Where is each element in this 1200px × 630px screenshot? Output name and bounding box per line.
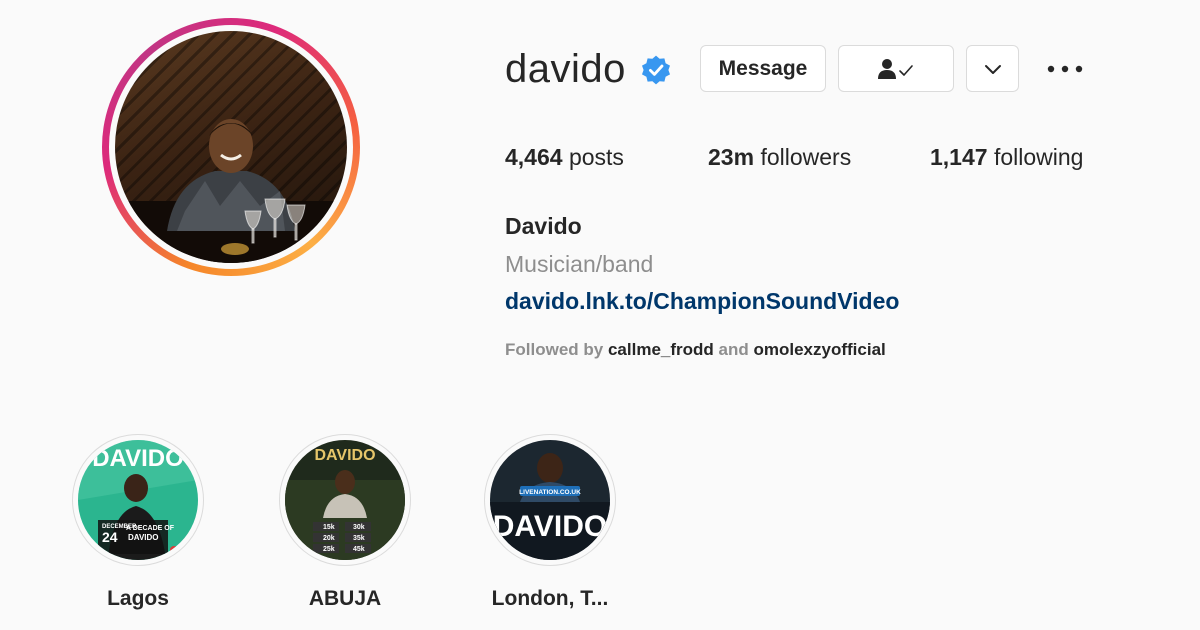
highlight-cover: LIVENATION.CO.UK DAVIDO [490, 440, 610, 560]
message-button[interactable]: Message [700, 45, 826, 92]
person-check-icon [878, 58, 913, 79]
london-cover-brand: LIVENATION.CO.UK [519, 489, 581, 496]
profile-full-name: Davido [505, 213, 582, 239]
highlight-lagos[interactable]: DAVIDO DECEMBER 24 A DECADE OF DAVIDO La… [72, 434, 204, 612]
followed-by-prefix: Followed by [505, 340, 604, 359]
verified-badge-icon [640, 54, 672, 86]
followed-by-account-2[interactable]: omolexzyofficial [753, 340, 885, 359]
following-count-value: 1,147 [930, 144, 988, 170]
followed-by-and: and [718, 340, 749, 359]
more-horizontal-icon [1047, 65, 1083, 73]
profile-username: davido [505, 47, 626, 91]
following-count[interactable]: 1,147 following [930, 142, 1083, 172]
person-head-shape [209, 119, 253, 173]
bio-link[interactable]: davido.lnk.to/ChampionSoundVideo [505, 286, 899, 316]
followed-by-text[interactable]: Followed by callme_frodd and omolexzyoff… [505, 339, 886, 361]
avatar-gap [109, 25, 353, 269]
followers-count-value: 23m [708, 144, 755, 170]
posts-count-label: posts [568, 144, 624, 170]
following-count-label: following [993, 144, 1084, 170]
profile-avatar-ring[interactable] [102, 18, 360, 276]
abuja-price-4: 35k [353, 535, 365, 542]
highlight-abuja[interactable]: DAVIDO 15k 30k 20k 35k 25k 45k ABUJA [279, 434, 411, 612]
highlight-ring: LIVENATION.CO.UK DAVIDO [484, 434, 616, 566]
highlight-ring: DAVIDO 15k 30k 20k 35k 25k 45k [279, 434, 411, 566]
candle-light-shape [221, 243, 249, 255]
posts-count-value: 4,464 [505, 144, 563, 170]
chevron-down-icon [984, 64, 1001, 74]
more-options-button[interactable] [1045, 55, 1085, 83]
followers-count[interactable]: 23m followers [708, 142, 851, 172]
london-cover-title: DAVIDO [493, 510, 607, 543]
abuja-price-5: 25k [323, 546, 335, 553]
highlight-cover-london-art: LIVENATION.CO.UK DAVIDO [490, 440, 610, 560]
following-button[interactable] [838, 45, 954, 92]
highlight-label: ABUJA [308, 587, 382, 610]
abuja-price-6: 45k [353, 546, 365, 553]
lagos-cover-title: DAVIDO [92, 445, 184, 472]
abuja-price-2: 30k [353, 524, 365, 531]
highlight-cover-lagos-art: DAVIDO DECEMBER 24 A DECADE OF DAVIDO [78, 440, 198, 560]
highlight-ring: DAVIDO DECEMBER 24 A DECADE OF DAVIDO [72, 434, 204, 566]
profile-avatar[interactable] [115, 31, 347, 263]
followed-by-account-1[interactable]: callme_frodd [608, 340, 714, 359]
highlight-cover: DAVIDO DECEMBER 24 A DECADE OF DAVIDO [78, 440, 198, 560]
avatar-illustration [115, 119, 347, 263]
abuja-price-1: 15k [323, 524, 335, 531]
highlight-label: Lagos [107, 587, 169, 610]
highlight-london[interactable]: LIVENATION.CO.UK DAVIDO London, T... [484, 434, 616, 612]
abuja-price-3: 20k [323, 535, 335, 542]
suggested-accounts-button[interactable] [966, 45, 1019, 92]
highlight-cover-abuja-art: DAVIDO 15k 30k 20k 35k 25k 45k [285, 440, 405, 560]
abuja-cover-title: DAVIDO [314, 447, 375, 464]
followers-count-label: followers [760, 144, 852, 170]
lagos-cover-day: 24 [102, 529, 118, 545]
highlight-cover: DAVIDO 15k 30k 20k 35k 25k 45k [285, 440, 405, 560]
profile-category: Musician/band [505, 251, 654, 277]
lagos-cover-tagline: A DECADE OF [126, 525, 175, 532]
posts-count: 4,464 posts [505, 142, 624, 172]
highlight-label: London, T... [491, 587, 609, 610]
lagos-cover-name: DAVIDO [128, 533, 159, 542]
